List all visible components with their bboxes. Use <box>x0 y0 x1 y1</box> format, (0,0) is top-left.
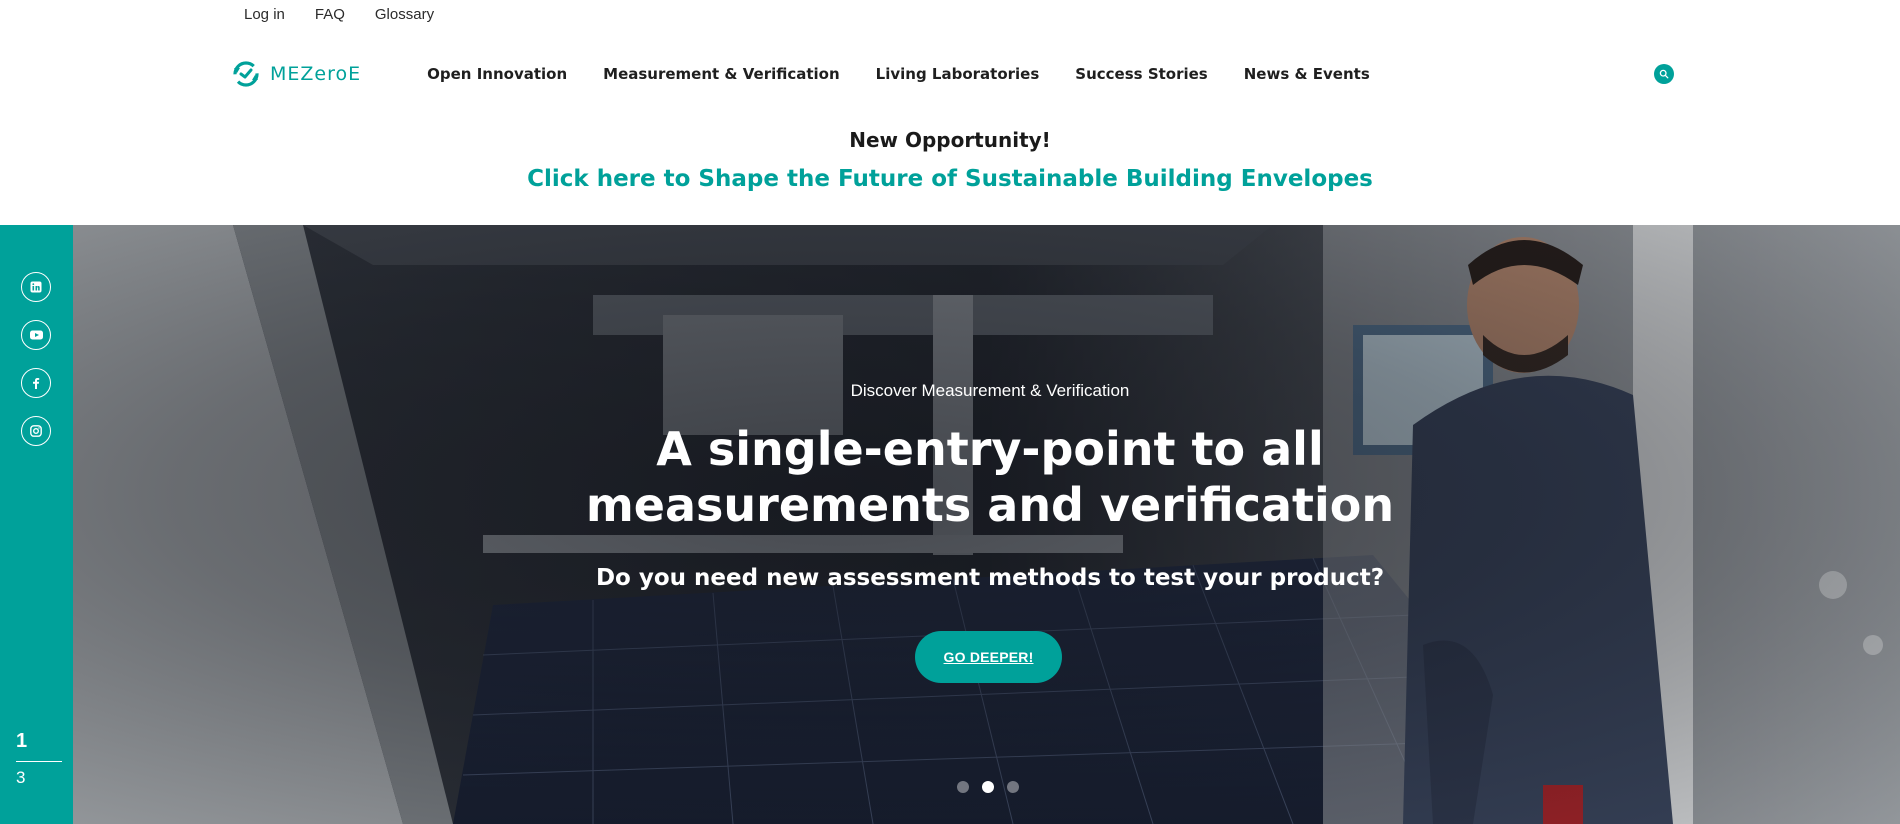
main-navbar: MEZeroE Open Innovation Measurement & Ve… <box>230 56 1674 92</box>
site-logo[interactable]: MEZeroE <box>230 58 361 90</box>
facebook-icon <box>33 378 40 389</box>
instagram-button[interactable] <box>21 416 51 446</box>
logo-wordmark: MEZeroE <box>270 63 362 85</box>
slide-counter-divider <box>16 761 62 762</box>
hero-headline-line-2: measurements and verification <box>585 478 1395 532</box>
nav-item-success-stories[interactable]: Success Stories <box>1075 65 1207 83</box>
social-rail: 1 3 <box>0 225 73 824</box>
instagram-icon <box>30 425 42 437</box>
linkedin-icon <box>30 281 42 293</box>
search-icon <box>1659 69 1669 79</box>
hero-subheading: Do you need new assessment methods to te… <box>595 565 1385 591</box>
hero-eyebrow: Discover Measurement & Verification <box>850 381 1130 400</box>
primary-menu: Open Innovation Measurement & Verificati… <box>427 65 1406 83</box>
logo-mark-icon <box>233 61 259 87</box>
slide-counter: 1 3 <box>16 730 62 788</box>
linkedin-button[interactable] <box>21 272 51 302</box>
hero-headline-line-1: A single-entry-point to all <box>656 422 1324 476</box>
go-deeper-button[interactable]: GO DEEPER! <box>915 631 1062 683</box>
search-button[interactable] <box>1654 64 1674 84</box>
nav-item-news-events[interactable]: News & Events <box>1244 65 1370 83</box>
nav-item-living-laboratories[interactable]: Living Laboratories <box>876 65 1040 83</box>
utility-nav: Log in FAQ Glossary <box>244 6 434 23</box>
glossary-link[interactable]: Glossary <box>375 6 434 23</box>
facebook-button[interactable] <box>21 368 51 398</box>
announcement-link[interactable]: Click here to Shape the Future of Sustai… <box>527 166 1373 192</box>
login-link[interactable]: Log in <box>244 6 285 23</box>
current-slide-number: 1 <box>16 730 28 752</box>
slider-dot-2[interactable] <box>982 781 994 793</box>
youtube-button[interactable] <box>21 320 51 350</box>
hero-content: Discover Measurement & Verification A si… <box>0 225 1900 824</box>
announcement-banner: New Opportunity! Click here to Shape the… <box>0 128 1900 192</box>
faq-link[interactable]: FAQ <box>315 6 345 23</box>
nav-item-measurement-verification[interactable]: Measurement & Verification <box>603 65 840 83</box>
total-slides-number: 3 <box>16 768 26 787</box>
slider-dot-1[interactable] <box>957 781 969 793</box>
slider-pagination <box>957 781 1019 793</box>
slider-dot-3[interactable] <box>1007 781 1019 793</box>
announcement-kicker: New Opportunity! <box>849 128 1051 152</box>
youtube-icon <box>29 330 43 340</box>
hero-headline: A single-entry-point to all measurements… <box>0 421 1900 533</box>
hero-slider: 1 3 Discover Measurement & Verification … <box>0 225 1900 824</box>
nav-item-open-innovation[interactable]: Open Innovation <box>427 65 567 83</box>
